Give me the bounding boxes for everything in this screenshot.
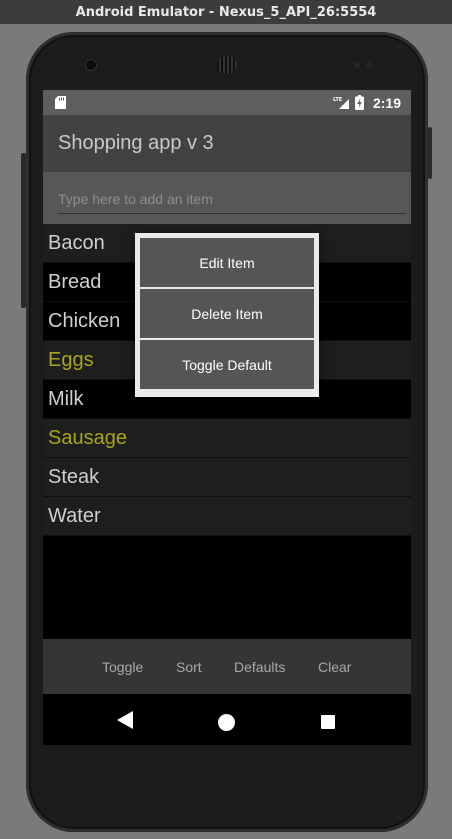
volume-button[interactable] [21,153,26,308]
back-icon[interactable] [117,711,133,729]
list-item[interactable]: Steak [43,458,411,497]
power-button[interactable] [428,127,432,179]
status-bar: LTE 2:19 [43,90,411,115]
system-nav-bar [43,694,411,745]
light-sensor [366,62,372,68]
lte-label: LTE [333,97,343,103]
earpiece-speaker [217,56,237,74]
list-item-label: Bacon [48,231,105,254]
app-title: Shopping app v 3 [58,132,214,154]
list-item-label: Milk [48,387,84,410]
device-screen: LTE 2:19 Shopping app v 3 Bacon Bread Ch… [43,90,411,745]
list-item-label: Eggs [48,348,94,371]
lte-signal-icon: LTE [333,97,349,109]
delete-item-menu-item[interactable]: Delete Item [140,289,314,338]
home-icon[interactable] [218,714,235,731]
recent-apps-icon[interactable] [321,715,335,729]
emulator-title: Android Emulator - Nexus_5_API_26:5554 [75,4,377,20]
add-item-input[interactable] [58,184,406,214]
status-clock: 2:19 [372,94,401,111]
front-camera [86,60,96,70]
menu-item-label: Toggle Default [182,356,272,373]
bottom-action-bar: Toggle Sort Defaults Clear [43,639,411,694]
add-item-bar [43,172,411,224]
sd-card-icon [55,96,66,109]
list-item[interactable]: Water [43,497,411,536]
list-item-label: Sausage [48,426,127,449]
edit-item-menu-item[interactable]: Edit Item [140,238,314,287]
list-item-label: Steak [48,465,100,488]
menu-item-label: Delete Item [191,305,263,322]
sort-button[interactable]: Sort [176,659,202,675]
app-bar: Shopping app v 3 [43,115,411,172]
context-menu-dialog: Edit Item Delete Item Toggle Default [135,233,319,397]
proximity-sensor [354,62,360,68]
toggle-default-menu-item[interactable]: Toggle Default [140,340,314,389]
list-item-label: Bread [48,270,102,293]
clear-button[interactable]: Clear [318,659,351,675]
list-item-label: Chicken [48,309,121,332]
defaults-button[interactable]: Defaults [234,659,285,675]
list-item-label: Water [48,504,101,527]
emulator-title-bar: Android Emulator - Nexus_5_API_26:5554 [0,0,452,24]
menu-item-label: Edit Item [199,254,255,271]
list-item[interactable]: Sausage [43,419,411,458]
toggle-button[interactable]: Toggle [102,659,143,675]
battery-charging-icon [354,95,364,110]
